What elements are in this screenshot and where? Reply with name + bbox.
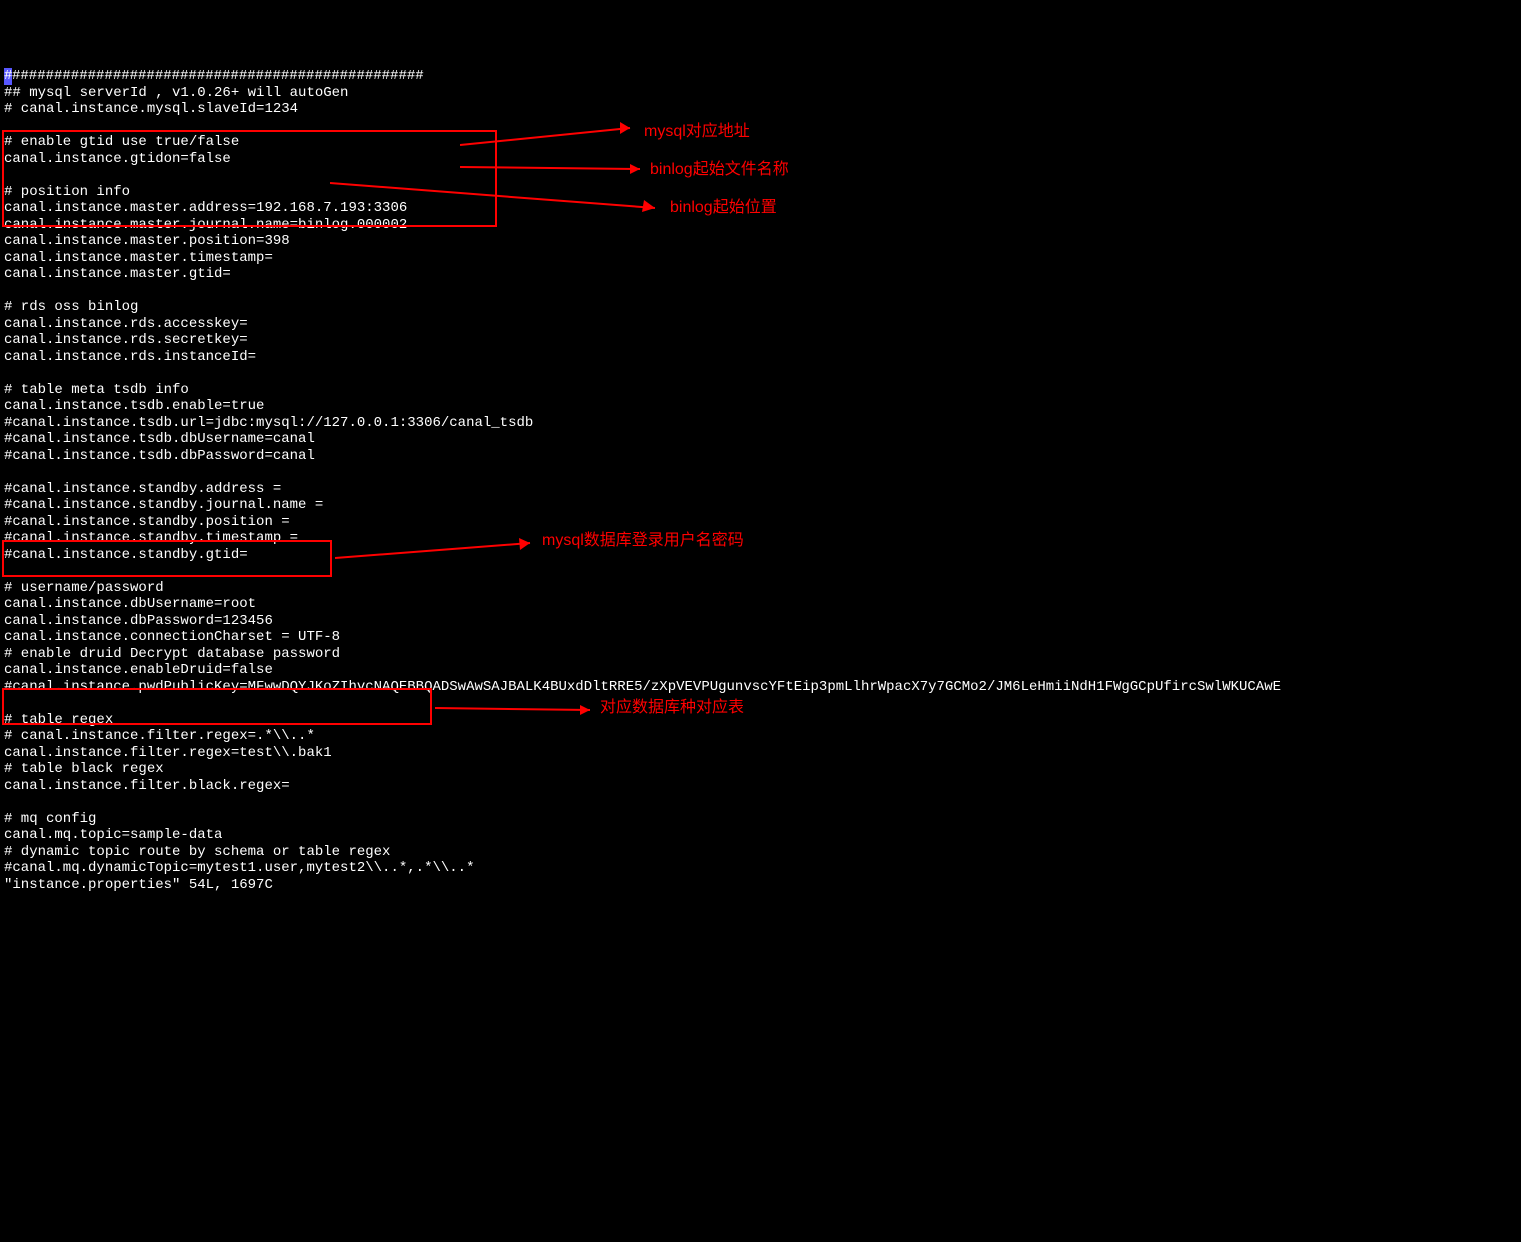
config-line: # table meta tsdb info bbox=[4, 382, 189, 398]
config-line: #canal.instance.tsdb.dbPassword=canal bbox=[4, 448, 315, 464]
config-line: canal.instance.master.gtid= bbox=[4, 266, 231, 282]
annotation-db-table: 对应数据库种对应表 bbox=[600, 700, 744, 717]
config-line: #canal.instance.standby.journal.name = bbox=[4, 497, 323, 513]
config-line: # canal.instance.mysql.slaveId=1234 bbox=[4, 101, 298, 117]
terminal-output[interactable]: ########################################… bbox=[0, 66, 1521, 895]
config-line: #canal.instance.pwdPublicKey=MFwwDQYJKoZ… bbox=[4, 679, 1281, 695]
config-line: ## mysql serverId , v1.0.26+ will autoGe… bbox=[4, 85, 348, 101]
config-line: canal.instance.filter.regex=test\\.bak1 bbox=[4, 745, 332, 761]
config-line: #canal.instance.standby.timestamp = bbox=[4, 530, 298, 546]
config-line: canal.instance.rds.instanceId= bbox=[4, 349, 256, 365]
config-line: # canal.instance.filter.regex=.*\\..* bbox=[4, 728, 315, 744]
config-line: canal.instance.dbPassword=123456 bbox=[4, 613, 273, 629]
config-line: # table regex bbox=[4, 712, 113, 728]
config-line: #canal.instance.standby.gtid= bbox=[4, 547, 248, 563]
config-line: #canal.mq.dynamicTopic=mytest1.user,myte… bbox=[4, 860, 474, 876]
config-line: #canal.instance.tsdb.url=jdbc:mysql://12… bbox=[4, 415, 533, 431]
config-line: # rds oss binlog bbox=[4, 299, 138, 315]
annotation-binlog-filename: binlog起始文件名称 bbox=[650, 162, 789, 179]
config-line: canal.instance.master.timestamp= bbox=[4, 250, 273, 266]
config-line: # position info bbox=[4, 184, 130, 200]
config-line: #canal.instance.standby.position = bbox=[4, 514, 290, 530]
annotation-mysql-address: mysql对应地址 bbox=[644, 124, 750, 141]
config-line: canal.instance.enableDruid=false bbox=[4, 662, 273, 678]
config-line: canal.instance.master.address=192.168.7.… bbox=[4, 200, 407, 216]
cursor-icon: # bbox=[4, 68, 12, 85]
config-line: canal.instance.dbUsername=root bbox=[4, 596, 256, 612]
config-line: ########################################… bbox=[12, 68, 424, 84]
file-status-line: "instance.properties" 54L, 1697C bbox=[4, 877, 273, 893]
config-line: # username/password bbox=[4, 580, 164, 596]
config-line: canal.instance.rds.secretkey= bbox=[4, 332, 248, 348]
config-line: #canal.instance.tsdb.dbUsername=canal bbox=[4, 431, 315, 447]
config-line: canal.mq.topic=sample-data bbox=[4, 827, 222, 843]
config-line: canal.instance.master.position=398 bbox=[4, 233, 290, 249]
annotation-db-credentials: mysql数据库登录用户名密码 bbox=[542, 533, 744, 550]
config-line: # dynamic topic route by schema or table… bbox=[4, 844, 390, 860]
config-line: canal.instance.tsdb.enable=true bbox=[4, 398, 264, 414]
config-line: # enable druid Decrypt database password bbox=[4, 646, 340, 662]
config-line: canal.instance.gtidon=false bbox=[4, 151, 231, 167]
config-line: canal.instance.master.journal.name=binlo… bbox=[4, 217, 407, 233]
config-line: canal.instance.connectionCharset = UTF-8 bbox=[4, 629, 340, 645]
config-line: #canal.instance.standby.address = bbox=[4, 481, 281, 497]
config-line: # table black regex bbox=[4, 761, 164, 777]
config-line: canal.instance.filter.black.regex= bbox=[4, 778, 290, 794]
config-line: # mq config bbox=[4, 811, 96, 827]
annotation-binlog-position: binlog起始位置 bbox=[670, 200, 777, 217]
config-line: canal.instance.rds.accesskey= bbox=[4, 316, 248, 332]
config-line: # enable gtid use true/false bbox=[4, 134, 239, 150]
